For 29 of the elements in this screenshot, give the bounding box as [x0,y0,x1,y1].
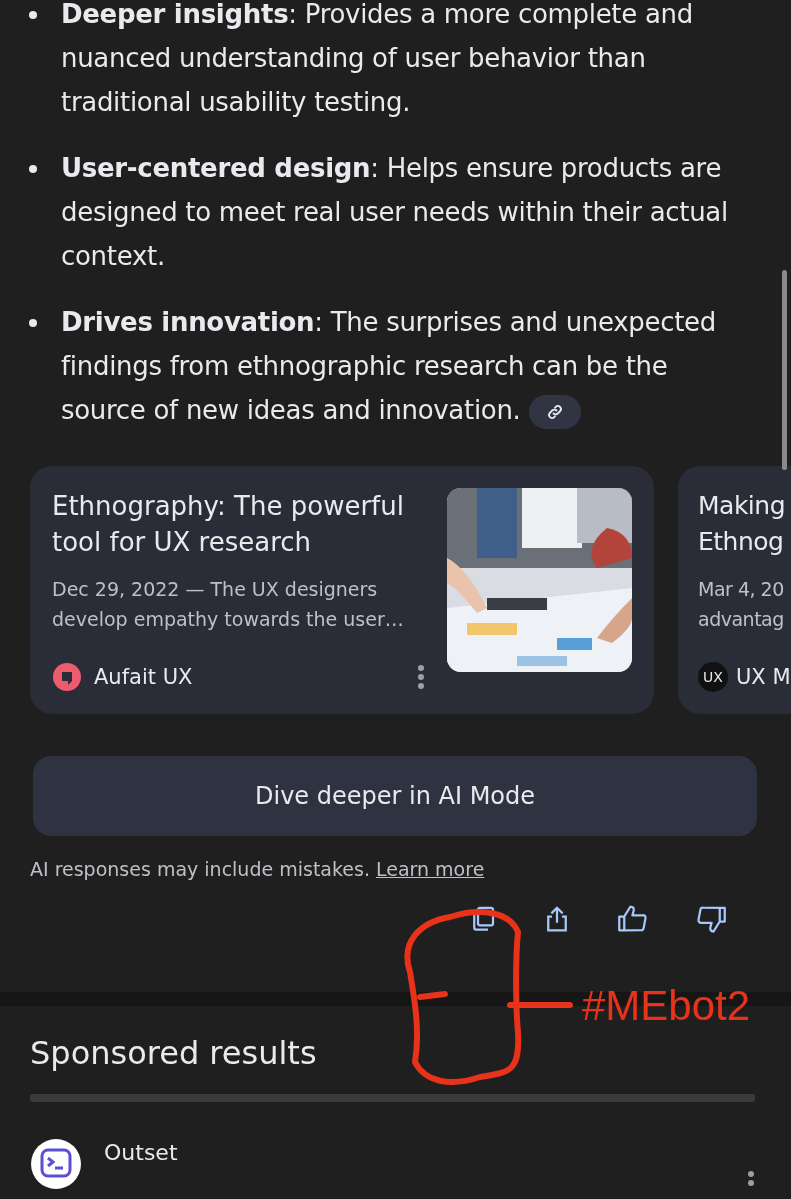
article-card[interactable]: Making Ethnog Mar 4, 20 advantag UX UX M [678,466,791,714]
link-icon [545,402,564,421]
scrollbar[interactable] [782,270,787,470]
more-options-icon[interactable] [417,664,425,690]
card-snippet: Mar 4, 20 advantag [698,577,785,632]
link-chip[interactable] [528,394,581,429]
advertiser-name[interactable]: Outset [104,1140,178,1165]
thumbs-up-icon[interactable] [616,904,650,934]
source-logo-icon [52,662,82,692]
learn-more-link[interactable]: Learn more [375,858,485,880]
bullet-text: Drives innovation: The surprises and unexpected findings from ethnographic research can be the source of new ideas and innovation. [61,300,745,432]
bullet-text: User-centered design: Helps ensure products are designed to meet real user needs within their actual context. [61,152,729,273]
annotation-text: #MEbot2 [582,982,751,1030]
terminal-logo-icon [30,1138,82,1190]
card-title: Ethnography: The powerful tool for UX research [52,490,405,559]
ai-mode-button[interactable]: Dive deeper in AI Mode [33,756,757,836]
bullet-dot [29,165,37,173]
source-name: Aufait UX [94,665,193,689]
section-heading: Sponsored results [30,1034,318,1072]
bullet-dot [29,319,37,327]
bullet-dot [29,11,37,19]
source-name: UX M [736,665,791,689]
card-title: Making Ethnog [698,490,787,558]
article-card[interactable]: Ethnography: The powerful tool for UX research Dec 29, 2022 — The UX designers develop empathy towards the user… Aufait UX [30,466,654,714]
thumbs-down-icon[interactable] [694,904,728,934]
card-snippet: Dec 29, 2022 — The UX designers develop empathy towards the user… [52,577,405,632]
disclaimer-text: AI responses may include mistakes. [30,858,370,880]
bullet-text: Deeper insights: Provides a more complete and nuanced understanding of user behavior than traditional usability testing. [61,0,694,119]
source-logo: UX [698,662,728,692]
